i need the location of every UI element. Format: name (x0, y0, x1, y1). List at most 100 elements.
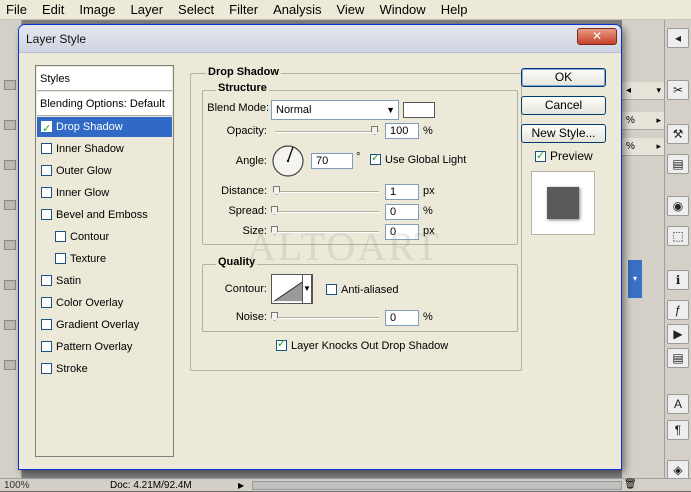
style-satin[interactable]: Satin (41, 271, 81, 291)
dialog-titlebar[interactable]: Layer Style ✕ (19, 25, 621, 53)
style-stroke[interactable]: Stroke (41, 359, 88, 379)
blend-mode-select[interactable]: Normal ▼ (271, 100, 399, 120)
notes-icon[interactable]: ▤ (667, 154, 689, 174)
preview-checkbox[interactable]: Preview (535, 149, 593, 163)
shadow-color-swatch[interactable] (403, 102, 435, 118)
tool-icon[interactable] (4, 240, 16, 250)
menu-edit[interactable]: Edit (42, 0, 64, 20)
checkbox-box[interactable] (370, 152, 381, 165)
style-checkbox[interactable] (41, 319, 52, 330)
tool-icon[interactable] (4, 80, 16, 90)
cancel-button[interactable]: Cancel (521, 96, 606, 115)
opacity-input[interactable]: 100 (385, 123, 419, 139)
menu-help[interactable]: Help (441, 0, 468, 20)
horizontal-scrollbar[interactable] (252, 481, 622, 490)
distance-input[interactable]: 1 (385, 184, 419, 200)
style-checkbox[interactable] (41, 187, 52, 198)
layer-knocks-out-checkbox[interactable]: Layer Knocks Out Drop Shadow (276, 338, 448, 353)
noise-slider[interactable] (275, 317, 379, 319)
opacity-slider[interactable] (275, 131, 379, 133)
menu-image[interactable]: Image (79, 0, 115, 20)
status-arrow-icon[interactable]: ▶ (238, 481, 244, 490)
style-checkbox[interactable] (41, 119, 52, 139)
style-label: Contour (70, 231, 110, 243)
tool-icon[interactable] (4, 200, 16, 210)
tool-icon[interactable] (4, 280, 16, 290)
spread-slider[interactable] (275, 211, 379, 213)
info-icon[interactable]: ℹ (667, 270, 689, 290)
style-gradient-overlay[interactable]: Gradient Overlay (41, 315, 139, 335)
angle-unit: ° (356, 151, 361, 163)
menu-view[interactable]: View (336, 0, 364, 20)
dock-arrow-icon[interactable]: ◂ (667, 28, 689, 48)
brush-icon[interactable]: ⚒ (667, 124, 689, 144)
style-checkbox[interactable] (41, 341, 52, 352)
style-checkbox[interactable] (41, 209, 52, 220)
style-pattern-overlay[interactable]: Pattern Overlay (41, 337, 132, 357)
style-label: Inner Shadow (56, 143, 124, 155)
list-icon[interactable]: ▤ (667, 348, 689, 368)
spread-input[interactable]: 0 (385, 204, 419, 220)
style-contour[interactable]: Contour (55, 227, 109, 247)
character-icon[interactable]: A (667, 394, 689, 414)
menu-select[interactable]: Select (178, 0, 214, 20)
menu-window[interactable]: Window (379, 0, 425, 20)
panel-row[interactable]: % ▸ (622, 138, 664, 156)
style-outer-glow[interactable]: Outer Glow (41, 161, 112, 181)
style-checkbox[interactable] (55, 231, 66, 242)
watermark: ALTOART (247, 224, 441, 269)
checkbox-box[interactable] (276, 338, 287, 351)
ok-button[interactable]: OK (521, 68, 606, 87)
style-drop-shadow[interactable]: Drop Shadow (37, 117, 172, 139)
style-checkbox[interactable] (41, 297, 52, 308)
menu-layer[interactable]: Layer (131, 0, 164, 20)
tool-icon[interactable] (4, 320, 16, 330)
style-label: Stroke (56, 363, 88, 375)
style-color-overlay[interactable]: Color Overlay (41, 293, 123, 313)
style-checkbox[interactable] (41, 165, 52, 176)
style-checkbox[interactable] (55, 253, 66, 264)
style-checkbox[interactable] (41, 275, 52, 286)
style-checkbox[interactable] (41, 143, 52, 154)
panel-row[interactable]: % ▸ (622, 112, 664, 130)
style-bevel-emboss[interactable]: Bevel and Emboss (41, 205, 148, 225)
tool-icon[interactable] (4, 360, 16, 370)
styles-header[interactable]: Styles (37, 67, 172, 91)
zoom-level: 100% (4, 480, 30, 491)
style-checkbox[interactable] (41, 363, 52, 374)
menu-filter[interactable]: Filter (229, 0, 258, 20)
distance-slider[interactable] (275, 191, 379, 193)
tool-icon[interactable] (4, 120, 16, 130)
angle-input[interactable]: 70 (311, 153, 353, 169)
fx-icon[interactable]: ƒ (667, 300, 689, 320)
blend-mode-label: Blend Mode: (207, 102, 269, 114)
anti-aliased-checkbox[interactable]: Anti-aliased (326, 284, 398, 297)
transform-icon[interactable]: ⬚ (667, 226, 689, 246)
checkbox-box[interactable] (535, 149, 546, 162)
trash-icon[interactable]: 🗑 (624, 479, 637, 490)
style-inner-glow[interactable]: Inner Glow (41, 183, 109, 203)
tool-icon[interactable] (4, 160, 16, 170)
angle-dial-icon[interactable] (271, 144, 305, 178)
contour-dropdown-icon[interactable]: ▼ (302, 274, 312, 304)
layers-icon[interactable]: ◈ (667, 460, 689, 480)
preview-label: Preview (550, 149, 593, 163)
panel-row[interactable]: ◂ ▾ (622, 82, 664, 100)
style-texture[interactable]: Texture (55, 249, 106, 269)
use-global-light-checkbox[interactable]: Use Global Light (370, 152, 466, 167)
blending-options[interactable]: Blending Options: Default (37, 92, 172, 116)
menu-analysis[interactable]: Analysis (273, 0, 321, 20)
noise-input[interactable]: 0 (385, 310, 419, 326)
play-icon[interactable]: ▶ (667, 324, 689, 344)
opacity-unit: % (423, 125, 433, 137)
style-inner-shadow[interactable]: Inner Shadow (41, 139, 124, 159)
styles-list: Styles Blending Options: Default Drop Sh… (35, 65, 174, 457)
tools-icon[interactable]: ✂ (667, 80, 689, 100)
checkbox-box[interactable] (326, 284, 337, 295)
color-icon[interactable]: ◉ (667, 196, 689, 216)
new-style-button[interactable]: New Style... (521, 124, 606, 143)
paragraph-icon[interactable]: ¶ (667, 420, 689, 440)
menu-file[interactable]: File (6, 0, 27, 20)
close-icon[interactable]: ✕ (577, 28, 617, 45)
panel-scroll-arrow[interactable]: ▾ (628, 260, 642, 298)
